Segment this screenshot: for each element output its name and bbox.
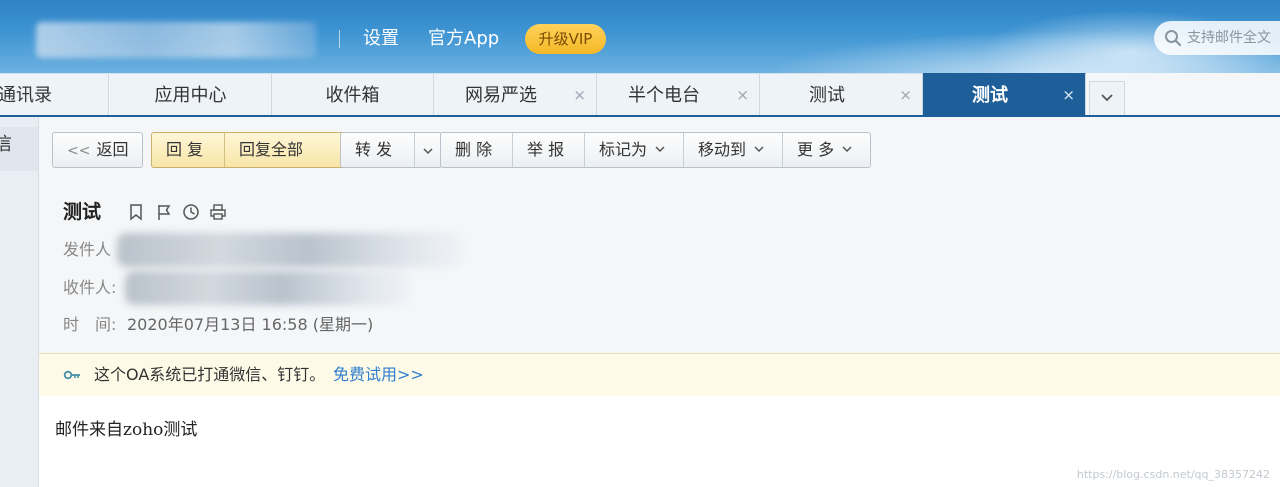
actions-group: 删 除 举 报 标记为 移动到 更 多	[440, 132, 871, 168]
mail-body-text: 邮件来自zoho测试	[55, 420, 198, 440]
forward-button[interactable]: 转 发	[341, 133, 415, 167]
mail-subject: 测试	[63, 201, 102, 223]
more-button[interactable]: 更 多	[783, 133, 870, 167]
tab-label: 测试	[809, 85, 845, 106]
tab-label: 网易严选	[465, 85, 537, 106]
flag-icon[interactable]	[155, 203, 173, 221]
back-label: 返回	[96, 140, 129, 159]
back-group: << 返回	[52, 132, 143, 168]
tab-test-active[interactable]: 测试 ×	[923, 73, 1086, 118]
move-to-button[interactable]: 移动到	[684, 133, 783, 167]
tab-contacts[interactable]: 通讯录	[0, 73, 109, 116]
tab-label: 通讯录	[0, 85, 52, 106]
top-header: 设置 官方App 升级VIP	[0, 0, 1280, 73]
recipient-address-blurred[interactable]	[125, 271, 410, 305]
watermark: https://blog.csdn.net/qq_38357242	[1076, 468, 1270, 481]
time-value: 2020年07月13日 16:58 (星期一)	[127, 315, 374, 334]
free-trial-link[interactable]: 免费试用>>	[333, 364, 424, 386]
tab-app-center[interactable]: 应用中心	[110, 73, 272, 116]
settings-link[interactable]: 设置	[363, 27, 399, 51]
back-button[interactable]: << 返回	[53, 133, 142, 167]
chevron-down-icon	[754, 146, 764, 153]
promo-notice: 这个OA系统已打通微信、钉钉。 免费试用>>	[39, 353, 1280, 397]
forward-group: 转 发	[340, 132, 442, 168]
key-icon	[63, 370, 80, 380]
forward-dropdown[interactable]	[415, 133, 441, 167]
more-label: 更 多	[797, 140, 835, 159]
sender-label: 发件人	[63, 240, 112, 259]
official-app-link[interactable]: 官方App	[428, 27, 499, 51]
close-icon[interactable]: ×	[573, 86, 586, 104]
search-input[interactable]	[1187, 27, 1280, 49]
close-icon[interactable]: ×	[1062, 86, 1075, 104]
tab-label: 半个电台	[628, 85, 700, 106]
move-to-label: 移动到	[698, 140, 747, 159]
reply-all-button[interactable]: 回复全部	[225, 133, 343, 167]
sidebar-item-label: 信	[0, 134, 12, 155]
left-sidebar: 信	[0, 117, 39, 487]
search-box[interactable]	[1154, 21, 1280, 55]
mail-body: 邮件来自zoho测试 https://blog.csdn.net/qq_3835…	[39, 396, 1280, 487]
tab-bar: 通讯录 应用中心 收件箱 网易严选 × 半个电台 × 测试 × 测试 ×	[0, 73, 1280, 118]
tab-overflow-button[interactable]	[1089, 81, 1125, 116]
tab-label: 测试	[972, 85, 1008, 106]
chevron-down-icon	[655, 146, 665, 153]
chevron-down-icon	[423, 148, 433, 155]
delete-button[interactable]: 删 除	[441, 133, 513, 167]
close-icon[interactable]: ×	[899, 86, 912, 104]
close-icon[interactable]: ×	[736, 86, 749, 104]
reply-group: 回 复 回复全部	[151, 132, 370, 168]
double-chevron-left-icon: <<	[67, 143, 91, 159]
search-icon	[1165, 30, 1182, 47]
mark-as-label: 标记为	[599, 140, 648, 159]
mark-as-button[interactable]: 标记为	[585, 133, 684, 167]
print-icon[interactable]	[209, 203, 227, 221]
tab-yanxuan[interactable]: 网易严选 ×	[434, 73, 597, 116]
chevron-down-icon	[842, 146, 852, 153]
tab-test[interactable]: 测试 ×	[760, 73, 923, 116]
reply-button[interactable]: 回 复	[152, 133, 225, 167]
upgrade-vip-button[interactable]: 升级VIP	[525, 24, 606, 54]
tab-label: 应用中心	[154, 85, 227, 106]
chevron-down-icon	[1101, 94, 1113, 102]
sender-address-blurred[interactable]	[117, 233, 462, 267]
report-button[interactable]: 举 报	[513, 133, 585, 167]
notice-text: 这个OA系统已打通微信、钉钉。	[94, 365, 326, 384]
tab-radio[interactable]: 半个电台 ×	[597, 73, 760, 116]
account-name-blurred[interactable]	[36, 22, 316, 58]
header-divider	[339, 30, 340, 48]
clock-icon[interactable]	[182, 203, 200, 221]
mail-read-pane: << 返回 回 复 回复全部 转 发 删 除 举 报 标记为 移动到 更 多 测…	[39, 117, 1280, 487]
recipient-label: 收件人:	[63, 278, 117, 297]
time-label: 时 间:	[63, 315, 117, 334]
tab-inbox[interactable]: 收件箱	[272, 73, 434, 116]
tab-label: 收件箱	[325, 85, 380, 106]
bookmark-icon[interactable]	[127, 203, 145, 221]
